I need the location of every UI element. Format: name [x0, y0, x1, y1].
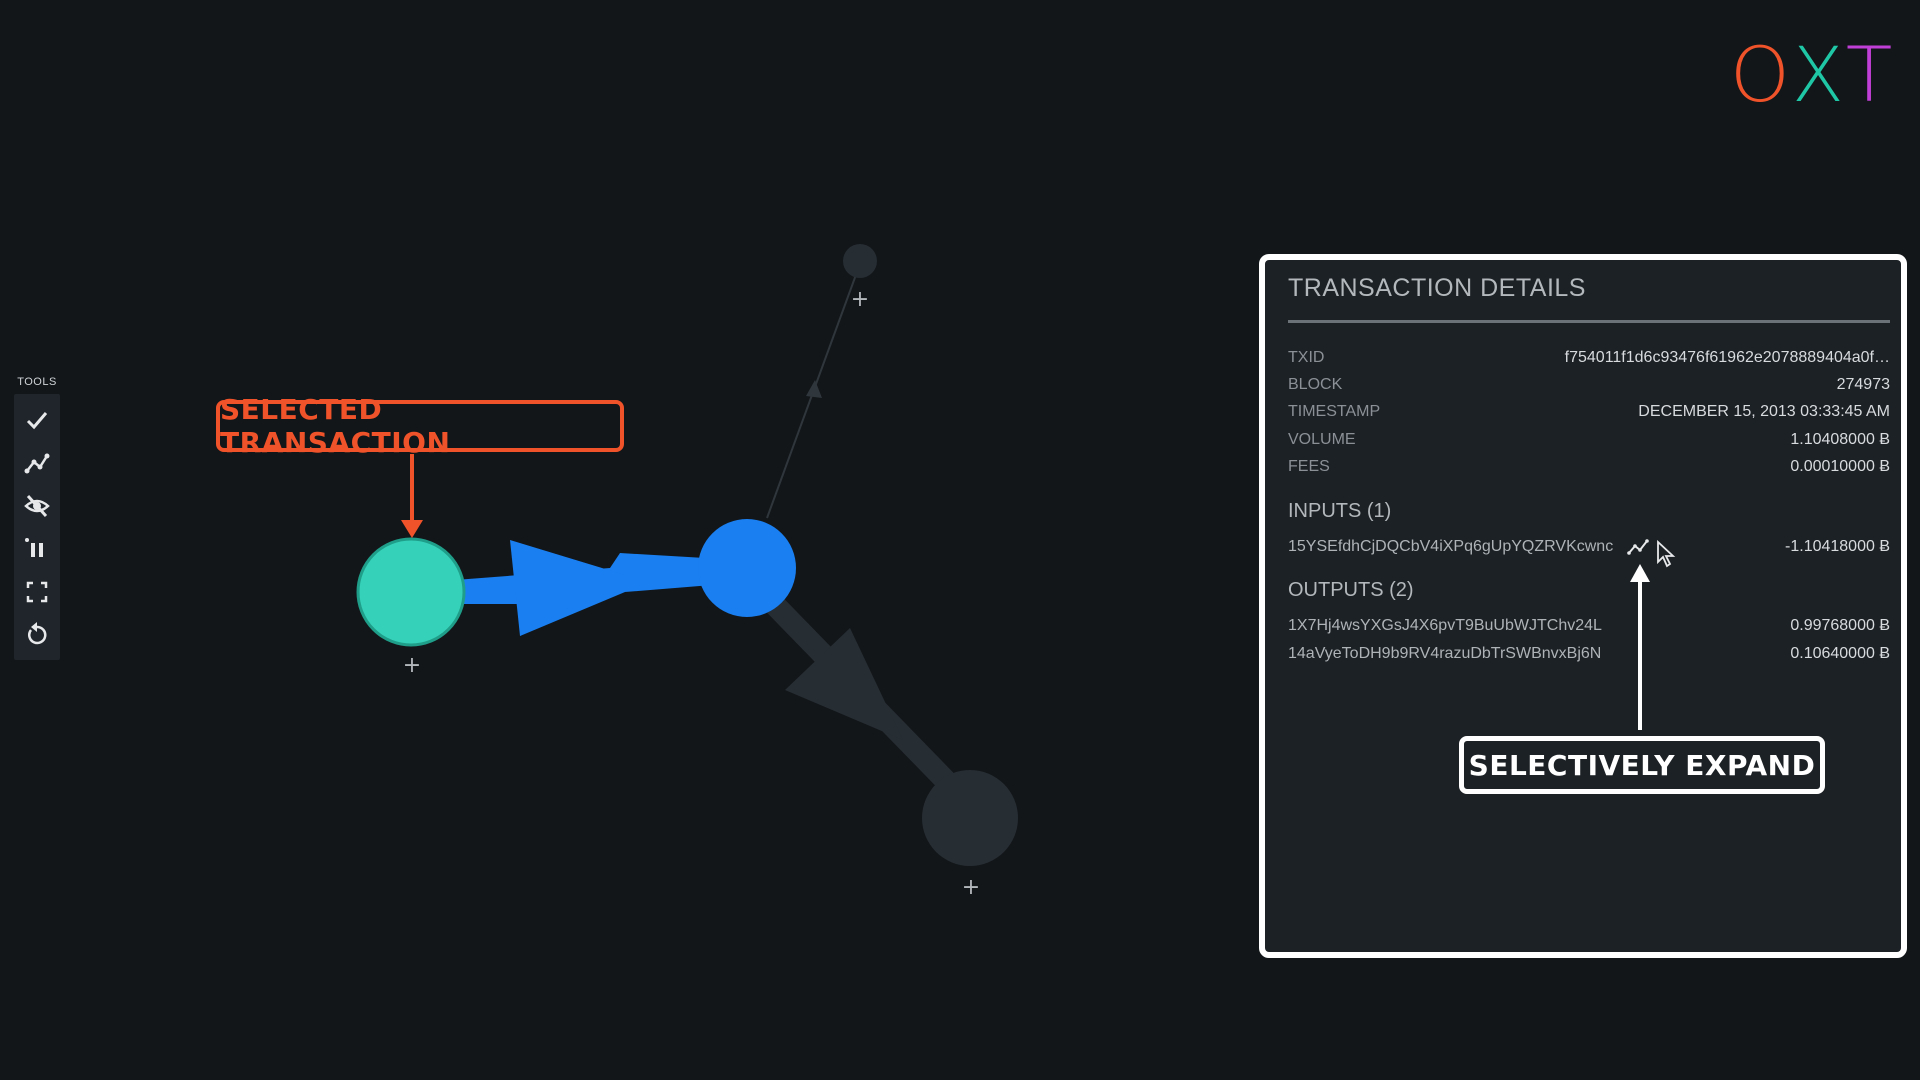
pause-icon — [25, 537, 43, 557]
tool-hide-button[interactable] — [14, 484, 60, 527]
edge-arrow-top — [806, 380, 822, 398]
tool-pause-button[interactable] — [14, 527, 60, 570]
field-value[interactable]: 274973 — [1837, 376, 1890, 394]
check-icon — [26, 411, 48, 429]
expand-graph-icon — [24, 453, 50, 473]
callout-arrow-head — [401, 520, 423, 538]
output-amount: 0.10640000 Ƀ — [1790, 645, 1890, 662]
output-address[interactable]: 14aVyeToDH9b9RV4razuDbTrSWBnvxBj6N — [1288, 645, 1601, 663]
transaction-details-panel: TRANSACTION DETAILS TXID f754011f1d6c934… — [1259, 254, 1907, 958]
selected-transaction-callout: SELECTED TRANSACTION — [216, 393, 624, 459]
panel-title: TRANSACTION DETAILS — [1288, 274, 1586, 302]
field-value[interactable]: f754011f1d6c93476f61962e2078889404a0f… — [1565, 349, 1890, 367]
outputs-heading: OUTPUTS (2) — [1288, 579, 1414, 601]
input-address[interactable]: 15YSEfdhCjDQCbV4iXPq6gUpYQZRVKcwnc — [1288, 538, 1613, 556]
selectively-expand-callout: SELECTIVELY EXPAND — [1459, 736, 1825, 794]
field-fees: FEES 0.00010000 Ƀ — [1288, 458, 1890, 476]
field-txid: TXID f754011f1d6c93476f61962e2078889404a… — [1288, 349, 1890, 367]
field-key: BLOCK — [1288, 376, 1343, 393]
field-value: 1.10408000 Ƀ — [1790, 431, 1890, 448]
tool-expand-graph-button[interactable] — [14, 441, 60, 484]
field-block: BLOCK 274973 — [1288, 376, 1890, 394]
output-row: 14aVyeToDH9b9RV4razuDbTrSWBnvxBj6N 0.106… — [1288, 645, 1890, 663]
field-key: TIMESTAMP — [1288, 403, 1381, 420]
tools-toolbar — [14, 394, 60, 660]
node-dark[interactable] — [922, 770, 1018, 866]
expand-callout-arrow — [1630, 564, 1650, 730]
tool-check-button[interactable] — [14, 398, 60, 441]
tool-fullscreen-button[interactable] — [14, 570, 60, 613]
fullscreen-icon — [26, 581, 48, 602]
expand-plus-selected[interactable]: + — [403, 653, 421, 678]
field-volume: VOLUME 1.10408000 Ƀ — [1288, 431, 1890, 449]
reset-icon — [28, 621, 47, 644]
expand-plus-dark[interactable]: + — [962, 875, 980, 900]
tools-label: TOOLS — [17, 376, 57, 388]
field-value: DECEMBER 15, 2013 03:33:45 AM — [1638, 403, 1890, 420]
field-key: FEES — [1288, 458, 1330, 475]
tool-reset-button[interactable] — [14, 613, 60, 656]
node-selected[interactable] — [356, 537, 466, 647]
expand-plus-top[interactable]: + — [851, 287, 869, 312]
inputs-heading: INPUTS (1) — [1288, 500, 1392, 522]
panel-divider — [1288, 320, 1890, 323]
output-amount: 0.99768000 Ƀ — [1790, 617, 1890, 634]
hide-icon — [24, 494, 50, 517]
input-row: 15YSEfdhCjDQCbV4iXPq6gUpYQZRVKcwnc -1.10… — [1288, 538, 1890, 556]
field-key: VOLUME — [1288, 431, 1356, 448]
expand-graph-icon[interactable] — [1627, 538, 1649, 556]
input-amount: -1.10418000 Ƀ — [1785, 538, 1890, 555]
node-top-small[interactable] — [843, 244, 877, 278]
mouse-cursor-icon — [1657, 540, 1676, 568]
field-key: TXID — [1288, 349, 1325, 366]
node-active[interactable] — [698, 519, 796, 617]
field-timestamp: TIMESTAMP DECEMBER 15, 2013 03:33:45 AM — [1288, 403, 1890, 421]
tools-panel: TOOLS — [14, 376, 60, 660]
field-value: 0.00010000 Ƀ — [1790, 458, 1890, 475]
output-address[interactable]: 1X7Hj4wsYXGsJ4X6pvT9BuUbWJTChv24L — [1288, 617, 1602, 635]
output-row: 1X7Hj4wsYXGsJ4X6pvT9BuUbWJTChv24L 0.9976… — [1288, 617, 1890, 635]
